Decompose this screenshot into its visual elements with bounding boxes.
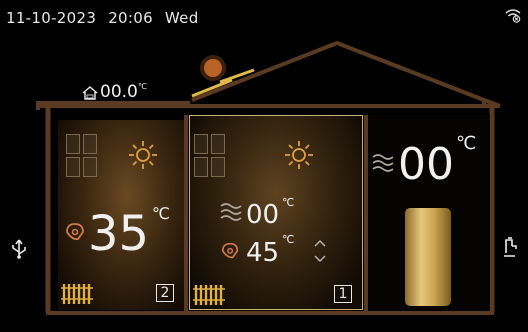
radiator-icon [61,284,93,304]
outdoor-unit: ℃ [137,82,147,91]
water-tank-icon [405,208,451,306]
window-icon [66,134,98,179]
sun-icon [129,141,157,169]
room-2-temperature: 35 [88,206,150,262]
usb-icon[interactable] [10,238,28,260]
hot-water-temperature: 00 [398,139,454,190]
flow-temperature-unit: ℃ [282,196,295,209]
heat-wave-icon [372,154,394,172]
set-temperature-unit: ℃ [282,233,295,246]
set-temperature: 45 [246,238,280,268]
sun-icon [285,141,313,169]
radiator-icon [193,285,225,305]
window-icon [194,134,226,179]
outdoor-house-icon [82,86,98,100]
heat-source-icon [221,242,239,259]
room-1-zone[interactable]: 00 ℃ 45 ℃ 1 [189,115,363,310]
heat-source-icon [66,223,84,241]
heat-wave-icon [220,203,242,221]
room-2-temperature-unit: ℃ [152,204,170,223]
tap-icon[interactable] [500,236,518,258]
room-2-zone[interactable]: 35 ℃ 2 [58,120,184,310]
up-down-arrows-icon[interactable] [312,238,328,264]
zone-2-badge: 2 [156,284,174,302]
hot-water-temperature-unit: ℃ [456,133,477,154]
outdoor-temperature[interactable]: 00.0 ℃ [82,82,147,104]
flow-temperature: 00 [246,200,280,230]
zone-1-badge: 1 [334,285,352,303]
outdoor-value: 00.0 [100,82,138,102]
